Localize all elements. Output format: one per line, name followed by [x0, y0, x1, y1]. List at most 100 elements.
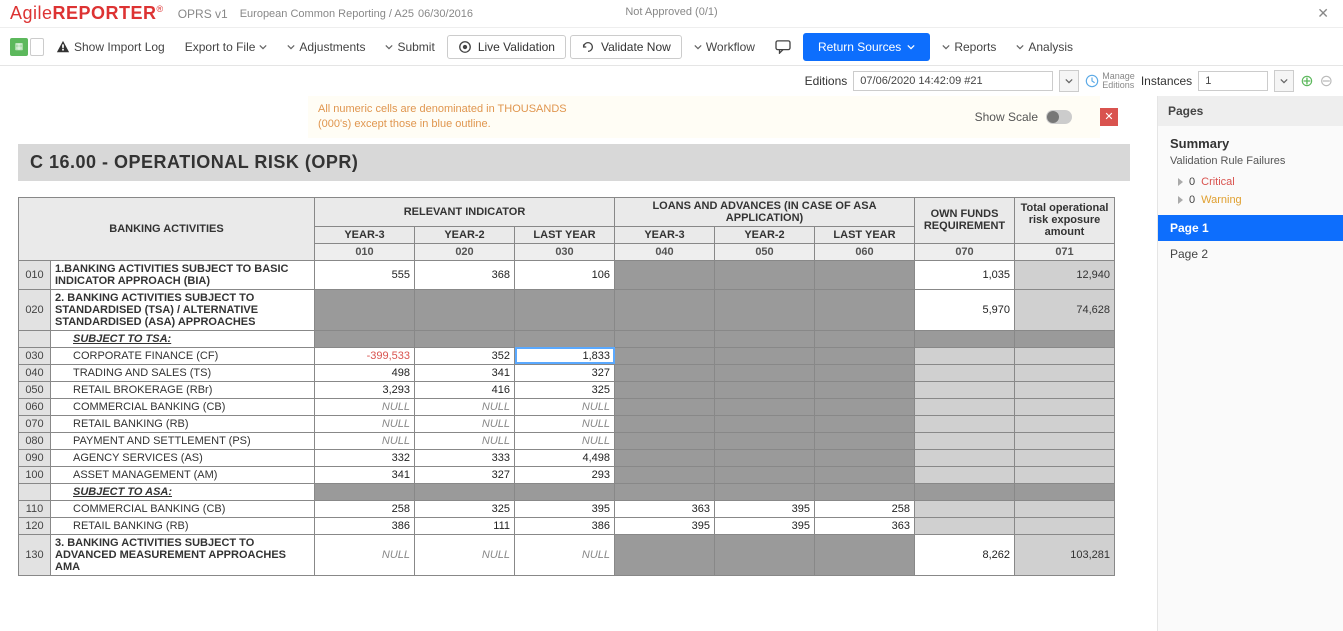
grid-cell[interactable]: 395 [615, 517, 715, 534]
editions-label: Editions [805, 74, 848, 88]
show-scale-label: Show Scale [975, 110, 1038, 124]
grid-cell[interactable]: 332 [315, 449, 415, 466]
grid-cell[interactable]: 327 [515, 364, 615, 381]
chevron-down-icon [259, 43, 267, 51]
grid-cell[interactable]: 363 [615, 500, 715, 517]
notice-banner: All numeric cells are denominated in THO… [308, 96, 1100, 138]
grid-cell[interactable]: -399,533 [315, 347, 415, 364]
return-sources-button[interactable]: Return Sources [803, 33, 930, 61]
grid-cell[interactable]: 555 [315, 260, 415, 289]
table-row: 1303. BANKING ACTIVITIES SUBJECT TO ADVA… [19, 534, 1115, 575]
submit-button[interactable]: Submit [377, 36, 442, 58]
page-1-tab[interactable]: Page 1 [1158, 215, 1343, 241]
adjustments-button[interactable]: Adjustments [279, 36, 373, 58]
export-button[interactable]: Export to File [177, 36, 276, 58]
instances-label: Instances [1141, 74, 1192, 88]
editions-select[interactable]: 07/06/2020 14:42:09 #21 [853, 71, 1053, 91]
chevron-down-icon [385, 43, 393, 51]
submit-label: Submit [397, 40, 434, 54]
grid-cell[interactable]: 395 [715, 500, 815, 517]
live-validation-button[interactable]: Live Validation [447, 35, 566, 59]
workflow-button[interactable]: Workflow [686, 36, 763, 58]
grid-cell[interactable]: 1,833 [515, 347, 615, 364]
pages-panel-header: Pages [1158, 96, 1343, 126]
grid-cell[interactable]: 74,628 [1015, 289, 1115, 330]
grid-cell[interactable]: 386 [315, 517, 415, 534]
instances-dropdown-button[interactable] [1274, 70, 1294, 92]
adjustments-label: Adjustments [299, 40, 365, 54]
table-row: 040TRADING AND SALES (TS)498341327 [19, 364, 1115, 381]
editions-dropdown-button[interactable] [1059, 70, 1079, 92]
breadcrumb: European Common Reporting / A25 [240, 8, 414, 20]
remove-instance-icon[interactable]: ⊖ [1320, 71, 1333, 91]
table-row: 030CORPORATE FINANCE (CF)-399,5333521,83… [19, 347, 1115, 364]
grid-cell[interactable]: 498 [315, 364, 415, 381]
notice-close-button[interactable]: ✕ [1100, 108, 1118, 126]
grid-cell[interactable]: 416 [415, 381, 515, 398]
grid-cell[interactable]: 352 [415, 347, 515, 364]
validate-now-button[interactable]: Validate Now [570, 35, 682, 59]
show-import-log-label: Show Import Log [74, 40, 165, 54]
comments-button[interactable] [767, 36, 799, 58]
grid-cell[interactable]: 106 [515, 260, 615, 289]
grid-cell[interactable]: 368 [415, 260, 515, 289]
show-import-log-button[interactable]: Show Import Log [48, 36, 173, 58]
grid-cell[interactable]: 386 [515, 517, 615, 534]
table-row: 070RETAIL BANKING (RB)NULLNULLNULL [19, 415, 1115, 432]
editions-value: 07/06/2020 14:42:09 #21 [860, 75, 982, 87]
table-row: 050RETAIL BROKERAGE (RBr)3,293416325 [19, 381, 1115, 398]
grid-cell[interactable]: 363 [815, 517, 915, 534]
grid-cell[interactable]: 341 [315, 466, 415, 483]
table-row: 090AGENCY SERVICES (AS)3323334,498 [19, 449, 1115, 466]
page-2-tab[interactable]: Page 2 [1158, 241, 1343, 267]
notice-text: All numeric cells are denominated in THO… [318, 102, 598, 132]
grid-cell[interactable]: 8,262 [915, 534, 1015, 575]
grid-cell[interactable]: 258 [315, 500, 415, 517]
grid-cell[interactable]: 5,970 [915, 289, 1015, 330]
grid-cell[interactable]: 341 [415, 364, 515, 381]
grid-cell[interactable]: 111 [415, 517, 515, 534]
table-row: 080PAYMENT AND SETTLEMENT (PS)NULLNULLNU… [19, 432, 1115, 449]
table-row: 060COMMERCIAL BANKING (CB)NULLNULLNULL [19, 398, 1115, 415]
instances-select[interactable]: 1 [1198, 71, 1268, 91]
critical-failures-row[interactable]: 0 Critical [1170, 173, 1331, 191]
warning-failures-row[interactable]: 0 Warning [1170, 191, 1331, 209]
analysis-button[interactable]: Analysis [1008, 36, 1081, 58]
grid-cell[interactable]: 258 [815, 500, 915, 517]
close-icon[interactable]: ✕ [1313, 5, 1333, 22]
manage-editions-button[interactable]: ManageEditions [1085, 72, 1135, 90]
table-row: 0202. BANKING ACTIVITIES SUBJECT TO STAN… [19, 289, 1115, 330]
panel-icon [30, 38, 44, 56]
add-instance-icon[interactable]: ⊕ [1300, 71, 1313, 91]
grid-cell[interactable]: 1,035 [915, 260, 1015, 289]
chevron-down-icon [1280, 77, 1288, 85]
grid-cell[interactable]: 103,281 [1015, 534, 1115, 575]
grid-cell[interactable]: 293 [515, 466, 615, 483]
grid-cell[interactable]: 325 [515, 381, 615, 398]
table-row: SUBJECT TO TSA: [19, 330, 1115, 347]
return-sources-label: Return Sources [818, 40, 901, 54]
chevron-down-icon [287, 43, 295, 51]
table-row: 0101.BANKING ACTIVITIES SUBJECT TO BASIC… [19, 260, 1115, 289]
show-scale-toggle[interactable] [1046, 110, 1072, 124]
report-grid[interactable]: BANKING ACTIVITIESRELEVANT INDICATORLOAN… [18, 197, 1144, 595]
grid-cell[interactable]: 395 [515, 500, 615, 517]
view-toggle[interactable]: ▦ [10, 38, 44, 56]
summary-heading: Summary [1170, 136, 1331, 151]
grid-cell[interactable]: 12,940 [1015, 260, 1115, 289]
live-validation-label: Live Validation [478, 40, 555, 54]
comment-icon [775, 40, 791, 54]
warning-icon [56, 40, 70, 54]
workflow-label: Workflow [706, 40, 755, 54]
header-date: 06/30/2016 [418, 8, 473, 20]
analysis-label: Analysis [1028, 40, 1073, 54]
grid-cell[interactable]: 327 [415, 466, 515, 483]
chevron-down-icon [1065, 77, 1073, 85]
grid-cell[interactable]: 395 [715, 517, 815, 534]
grid-cell[interactable]: 3,293 [315, 381, 415, 398]
grid-cell[interactable]: 325 [415, 500, 515, 517]
validation-failures-label: Validation Rule Failures [1170, 155, 1331, 167]
grid-cell[interactable]: 4,498 [515, 449, 615, 466]
reports-button[interactable]: Reports [934, 36, 1004, 58]
grid-cell[interactable]: 333 [415, 449, 515, 466]
